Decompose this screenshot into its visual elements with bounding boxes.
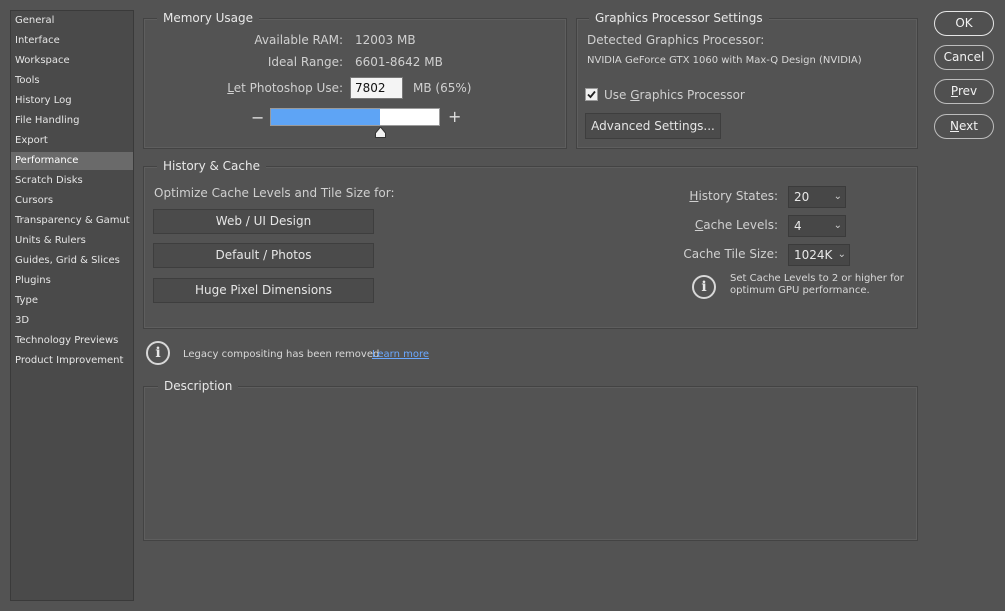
- description-group: [143, 386, 918, 541]
- learn-more-link[interactable]: Learn more: [372, 349, 429, 360]
- ideal-range-label: Ideal Range:: [267, 55, 343, 69]
- optimize-label: Optimize Cache Levels and Tile Size for:: [154, 186, 395, 200]
- history-states-label-rest: istory States:: [698, 189, 778, 203]
- sidebar-item-cursors[interactable]: Cursors: [11, 192, 133, 210]
- ram-slider-handle[interactable]: [375, 126, 386, 138]
- sidebar-item-workspace[interactable]: Workspace: [11, 52, 133, 70]
- sidebar-item-performance[interactable]: Performance: [11, 152, 133, 170]
- use-gpu-label: Use Graphics Processor: [604, 88, 745, 102]
- use-gpu-label-rest: raphics Processor: [639, 88, 745, 102]
- sidebar-item-file-handling[interactable]: File Handling: [11, 112, 133, 130]
- description-title: Description: [158, 379, 239, 393]
- history-states-select[interactable]: 20 ⌄: [788, 186, 846, 208]
- legacy-compositing-text: Legacy compositing has been removed: [183, 349, 380, 360]
- sidebar-item-3d[interactable]: 3D: [11, 312, 133, 330]
- advanced-settings-button[interactable]: Advanced Settings...: [585, 113, 721, 139]
- cache-levels-label-rest: ache Levels:: [703, 218, 778, 232]
- cache-levels-value: 4: [794, 219, 802, 233]
- use-gpu-checkbox[interactable]: [585, 88, 598, 101]
- sidebar-item-general[interactable]: General: [11, 12, 133, 30]
- cache-levels-label: Cache Levels:: [694, 218, 778, 232]
- decrease-ram-button[interactable]: −: [251, 108, 264, 127]
- sidebar-item-interface[interactable]: Interface: [11, 32, 133, 50]
- ok-button[interactable]: OK: [934, 11, 994, 36]
- chevron-down-icon: ⌄: [833, 191, 842, 202]
- available-ram-value: 12003 MB: [355, 33, 416, 47]
- detected-gpu-value: NVIDIA GeForce GTX 1060 with Max-Q Desig…: [587, 55, 862, 66]
- cache-tile-size-label: Cache Tile Size:: [683, 247, 778, 261]
- cache-tip-line-2: optimum GPU performance.: [730, 285, 870, 296]
- info-icon: i: [146, 341, 170, 365]
- ideal-range-value: 6601-8642 MB: [355, 55, 443, 69]
- available-ram-label: Available RAM:: [254, 33, 343, 47]
- sidebar-item-units-rulers[interactable]: Units & Rulers: [11, 232, 133, 250]
- memory-usage-title: Memory Usage: [157, 11, 260, 25]
- increase-ram-button[interactable]: +: [448, 107, 461, 126]
- cache-tip-line-1: Set Cache Levels to 2 or higher for: [730, 273, 904, 284]
- next-button-rest: ext: [959, 119, 978, 133]
- cache-levels-select[interactable]: 4 ⌄: [788, 215, 846, 237]
- let-photoshop-use-label-rest: et Photoshop Use:: [233, 81, 343, 95]
- sidebar-item-history-log[interactable]: History Log: [11, 92, 133, 110]
- chevron-down-icon: ⌄: [837, 249, 846, 260]
- chevron-down-icon: ⌄: [833, 220, 842, 231]
- cache-tile-size-value: 1024K: [794, 248, 833, 262]
- detected-gpu-label: Detected Graphics Processor:: [587, 33, 765, 47]
- history-cache-title: History & Cache: [157, 159, 266, 173]
- web-ui-design-button[interactable]: Web / UI Design: [153, 209, 374, 234]
- preferences-sidebar: General Interface Workspace Tools History Lo…: [10, 10, 134, 601]
- sidebar-item-guides-grid-slices[interactable]: Guides, Grid & Slices: [11, 252, 133, 270]
- sidebar-item-tools[interactable]: Tools: [11, 72, 133, 90]
- sidebar-item-type[interactable]: Type: [11, 292, 133, 310]
- ram-slider-track[interactable]: [270, 108, 440, 126]
- sidebar-item-transparency-gamut[interactable]: Transparency & Gamut: [11, 212, 133, 230]
- ram-use-input[interactable]: 7802: [350, 77, 403, 99]
- cache-tile-size-select[interactable]: 1024K ⌄: [788, 244, 850, 266]
- ram-use-unit: MB (65%): [413, 81, 472, 95]
- cancel-button[interactable]: Cancel: [934, 45, 994, 70]
- sidebar-item-plugins[interactable]: Plugins: [11, 272, 133, 290]
- checkmark-icon: [587, 90, 596, 99]
- gpu-settings-title: Graphics Processor Settings: [589, 11, 769, 25]
- sidebar-item-scratch-disks[interactable]: Scratch Disks: [11, 172, 133, 190]
- history-states-label: History States:: [689, 189, 778, 203]
- let-photoshop-use-label: Let Photoshop Use:: [227, 81, 343, 95]
- history-states-value: 20: [794, 190, 810, 204]
- ram-slider-fill: [271, 109, 380, 125]
- prev-button-rest: rev: [957, 84, 978, 98]
- default-photos-button[interactable]: Default / Photos: [153, 243, 374, 268]
- next-button[interactable]: Next: [934, 114, 994, 139]
- info-icon: i: [692, 275, 716, 299]
- prev-button[interactable]: Prev: [934, 79, 994, 104]
- sidebar-item-export[interactable]: Export: [11, 132, 133, 150]
- sidebar-item-product-improvement[interactable]: Product Improvement: [11, 352, 133, 370]
- sidebar-item-technology-previews[interactable]: Technology Previews: [11, 332, 133, 350]
- huge-pixel-dimensions-button[interactable]: Huge Pixel Dimensions: [153, 278, 374, 303]
